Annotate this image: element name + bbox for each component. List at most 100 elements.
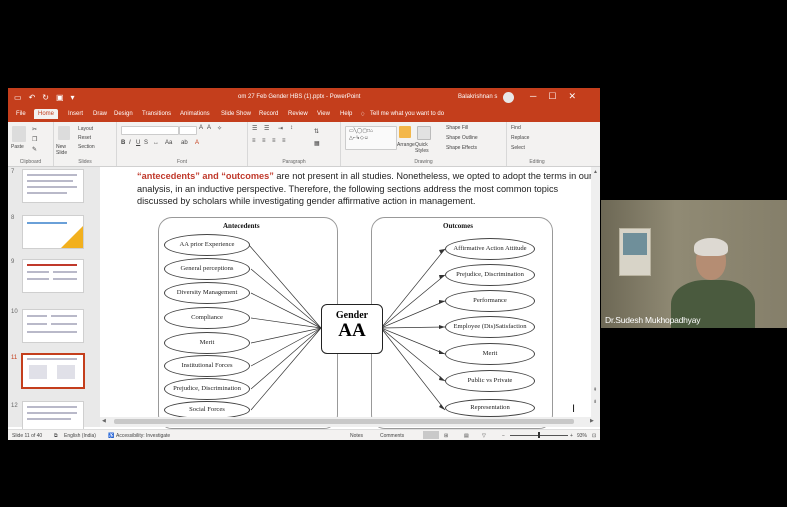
comments-button[interactable]: Comments <box>380 433 404 439</box>
redo-icon[interactable]: ↻ <box>42 93 49 102</box>
tab-slide-show[interactable]: Slide Show <box>221 111 251 117</box>
zoom-in-icon[interactable]: + <box>570 433 573 439</box>
undo-icon[interactable]: ↶ <box>29 93 36 102</box>
paste-button[interactable]: Paste <box>11 144 24 150</box>
outcome-node: Performance <box>445 290 535 312</box>
tell-me-search[interactable]: Tell me what you want to do <box>370 111 444 117</box>
grow-font-icon[interactable]: A <box>199 125 203 131</box>
accessibility-status[interactable]: Accessibility: Investigate <box>116 433 170 439</box>
select-button[interactable]: Select <box>511 145 525 151</box>
slide-canvas[interactable]: “antecedents” and “outcomes” are not pre… <box>106 167 592 429</box>
slide-thumbnail[interactable] <box>22 259 84 293</box>
zoom-out-icon[interactable]: − <box>502 433 505 439</box>
slide-thumbnail[interactable] <box>22 169 84 203</box>
tab-review[interactable]: Review <box>288 111 308 117</box>
bullets-icon[interactable]: ☰ <box>252 125 257 132</box>
italic-icon[interactable]: I <box>129 140 131 146</box>
cut-icon[interactable]: ✂ <box>32 126 37 133</box>
arrange-icon[interactable] <box>399 126 411 138</box>
section-button[interactable]: Section <box>78 144 95 150</box>
tab-insert[interactable]: Insert <box>68 111 83 117</box>
quick-styles-button[interactable]: Quick Styles <box>415 142 439 154</box>
close-button[interactable]: ✕ <box>568 91 576 102</box>
prev-slide-icon[interactable]: ⇞ <box>593 387 597 393</box>
accessibility-icon: ♿ <box>108 433 115 439</box>
fit-slide-icon[interactable]: ⊡ <box>592 433 596 439</box>
indent-icon[interactable]: ⇥ <box>278 125 283 132</box>
justify-icon[interactable]: ≡ <box>282 138 286 144</box>
tab-home[interactable]: Home <box>34 109 59 119</box>
shrink-font-icon[interactable]: A <box>207 125 211 131</box>
text-direction-icon[interactable]: ⇅ <box>314 128 319 135</box>
strikethrough-icon[interactable]: S <box>144 140 148 146</box>
customize-icon[interactable]: ▾ <box>71 93 75 102</box>
horizontal-scrollbar[interactable]: ◀ ▶ <box>100 417 600 427</box>
normal-view-icon[interactable] <box>423 431 439 439</box>
arrange-button[interactable]: Arrange <box>397 142 415 148</box>
save-icon[interactable]: ▭ <box>14 93 22 102</box>
present-icon[interactable]: ▣ <box>56 93 64 102</box>
tab-draw[interactable]: Draw <box>93 111 107 117</box>
minimize-button[interactable]: ─ <box>530 91 536 102</box>
tab-record[interactable]: Record <box>259 111 278 117</box>
slide-thumbnail[interactable] <box>22 309 84 343</box>
quick-styles-icon[interactable] <box>417 126 431 140</box>
font-color-icon[interactable]: A <box>195 140 199 146</box>
replace-button[interactable]: Replace <box>511 135 529 141</box>
paste-icon[interactable] <box>12 126 26 142</box>
highlight-icon[interactable]: ab <box>181 140 188 146</box>
slide-thumbnail[interactable] <box>22 215 84 249</box>
line-spacing-icon[interactable]: ↕ <box>290 125 293 131</box>
slide-number: 12 <box>11 403 18 409</box>
font-name-select[interactable] <box>121 126 179 135</box>
language-indicator[interactable]: English (India) <box>64 433 96 439</box>
vertical-scrollbar[interactable]: ▲ ⇞ ⇟ <box>591 167 600 427</box>
numbering-icon[interactable]: ☰ <box>264 125 269 132</box>
tab-help[interactable]: Help <box>340 111 352 117</box>
zoom-level[interactable]: 93% <box>577 433 587 439</box>
spacing-icon[interactable]: ↔ <box>153 140 159 146</box>
align-center-icon[interactable]: ≡ <box>262 138 266 144</box>
find-button[interactable]: Find <box>511 125 521 131</box>
slideshow-icon[interactable]: ▽ <box>482 433 486 439</box>
tab-design[interactable]: Design <box>114 111 133 117</box>
bold-icon[interactable]: B <box>121 140 125 146</box>
align-left-icon[interactable]: ≡ <box>252 138 256 144</box>
layout-button[interactable]: Layout <box>78 126 93 132</box>
slide-thumbnail-selected[interactable] <box>21 353 85 389</box>
tab-file[interactable]: File <box>16 111 26 117</box>
participant-name: Dr.Sudesh Mukhopadhyay <box>605 315 701 325</box>
next-slide-icon[interactable]: ⇟ <box>593 399 597 405</box>
new-slide-icon[interactable] <box>58 126 70 140</box>
slide-sorter-icon[interactable]: ⊞ <box>444 433 448 439</box>
underline-icon[interactable]: U <box>136 140 140 146</box>
video-tile[interactable]: Dr.Sudesh Mukhopadhyay <box>601 200 787 328</box>
zoom-slider-thumb[interactable] <box>538 432 540 438</box>
user-name[interactable]: Balakrishnan s <box>458 94 497 100</box>
copy-icon[interactable]: ❐ <box>32 136 37 143</box>
slide-number: 11 <box>11 355 18 361</box>
new-slide-button[interactable]: New Slide <box>56 144 76 156</box>
clear-format-icon[interactable]: ✧ <box>217 125 222 132</box>
align-right-icon[interactable]: ≡ <box>272 138 276 144</box>
maximize-button[interactable]: ☐ <box>548 91 556 102</box>
font-size-select[interactable] <box>179 126 197 135</box>
scroll-up-icon[interactable]: ▲ <box>593 169 598 175</box>
spellcheck-icon[interactable]: ⧉ <box>54 433 58 439</box>
change-case-icon[interactable]: Aa <box>165 140 172 146</box>
smartart-icon[interactable]: ▦ <box>314 140 320 147</box>
avatar[interactable] <box>503 92 514 103</box>
reading-view-icon[interactable]: ▤ <box>464 433 469 439</box>
shape-fill-button[interactable]: Shape Fill <box>446 125 468 131</box>
notes-button[interactable]: Notes <box>350 433 363 439</box>
shape-outline-button[interactable]: Shape Outline <box>446 135 478 141</box>
tab-view[interactable]: View <box>317 111 330 117</box>
shape-effects-button[interactable]: Shape Effects <box>446 145 477 151</box>
tab-animations[interactable]: Animations <box>180 111 210 117</box>
scroll-thumb[interactable] <box>114 419 574 424</box>
format-painter-icon[interactable]: ✎ <box>32 146 37 153</box>
scroll-left-icon[interactable]: ◀ <box>102 418 106 424</box>
scroll-right-icon[interactable]: ▶ <box>590 418 594 424</box>
tab-transitions[interactable]: Transitions <box>142 111 171 117</box>
reset-button[interactable]: Reset <box>78 135 91 141</box>
